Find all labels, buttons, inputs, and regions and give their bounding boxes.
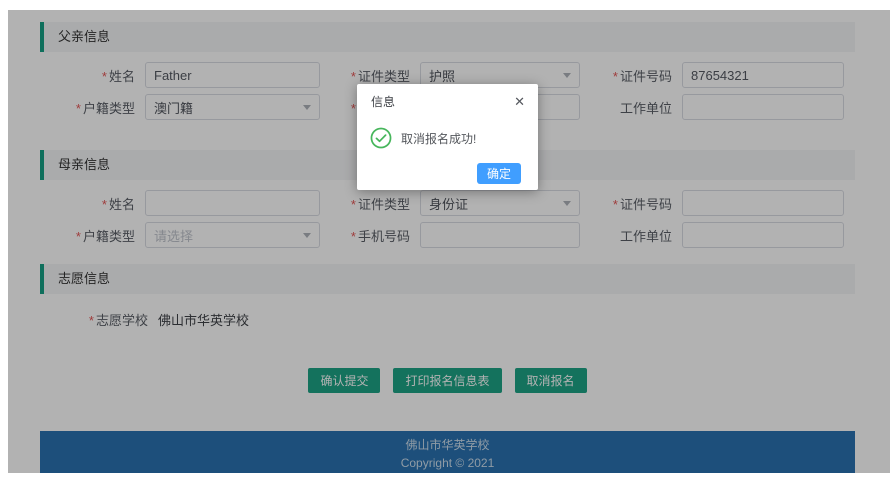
dialog-message: 取消报名成功! bbox=[401, 130, 476, 147]
dialog-title: 信息 bbox=[371, 93, 395, 110]
ok-button[interactable]: 确定 bbox=[477, 163, 521, 184]
dialog-footer: 确定 bbox=[477, 163, 521, 184]
modal-backdrop bbox=[8, 10, 890, 473]
success-check-circle-icon bbox=[370, 127, 392, 149]
message-dialog: 信息 ✕ 取消报名成功! 确定 bbox=[357, 84, 538, 190]
dialog-body: 取消报名成功! bbox=[357, 112, 538, 149]
close-icon[interactable]: ✕ bbox=[514, 95, 525, 108]
registration-page: 父亲信息 *姓名 *证件类型 护照 *证件号码 *户籍类型 bbox=[8, 10, 890, 473]
dialog-header: 信息 ✕ bbox=[357, 84, 538, 112]
